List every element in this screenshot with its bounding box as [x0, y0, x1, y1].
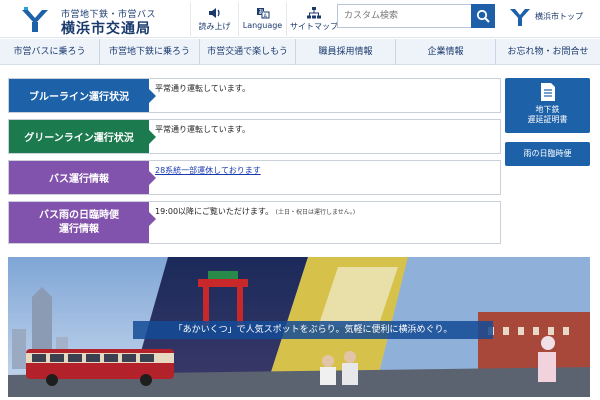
- green-line-status: グリーンライン運行状況 平常通り運転しています。: [8, 119, 501, 154]
- rain-bus-message: 19:00以降にご覧いただけます。: [155, 207, 274, 216]
- global-nav: 市営バスに乗ろう 市営地下鉄に乗ろう 市営交通で楽しもう 職員採用情報 企業情報…: [0, 39, 600, 65]
- language-button[interactable]: あ A Language: [238, 2, 286, 36]
- delay-certificate-line2: 遅延証明書: [527, 115, 568, 124]
- bus-suspension-link[interactable]: 28系統一部運休しております: [155, 166, 261, 175]
- bus-status-text: 28系統一部運休しております: [155, 165, 261, 176]
- site-header: 市営地下鉄・市営バス 横浜市交通局 読み上げ あ A Language サイトマ…: [0, 0, 600, 38]
- sitemap-button[interactable]: サイトマップ: [286, 2, 341, 36]
- green-line-status-text: 平常通り運転しています。: [155, 125, 250, 134]
- bus-status: バス運行情報 28系統一部運休しております: [8, 160, 501, 195]
- rain-bus-status: バス雨の日臨時便 運行情報 19:00以降にご覧いただけます。 (土日・祝日は運…: [8, 201, 501, 244]
- svg-text:A: A: [263, 13, 267, 19]
- blue-line-status-button[interactable]: ブルーライン運行状況: [9, 79, 156, 112]
- read-aloud-label: 読み上げ: [198, 22, 231, 31]
- speaker-icon: [208, 8, 220, 18]
- rain-bus-status-text: 19:00以降にご覧いただけます。 (土日・祝日は運行しません。): [155, 206, 355, 217]
- rain-bus-status-button[interactable]: バス雨の日臨時便 運行情報: [9, 202, 156, 243]
- blue-line-status: ブルーライン運行状況 平常通り運転しています。: [8, 78, 501, 113]
- nav-item-enjoy[interactable]: 市営交通で楽しもう: [200, 39, 296, 65]
- header-tools: 読み上げ あ A Language サイトマップ: [190, 2, 341, 36]
- rain-bus-label-line1: バス雨の日臨時便: [39, 209, 119, 221]
- nav-item-lost-found[interactable]: お忘れ物・お問合せ: [496, 39, 600, 65]
- language-label: Language: [242, 21, 283, 30]
- banner-caption: 「あかいくつ」で人気スポットをぶらり。気軽に便利に横浜めぐり。: [133, 321, 493, 339]
- yokohama-logo-icon: [510, 9, 530, 26]
- tourism-banner[interactable]: 「あかいくつ」で人気スポットをぶらり。気軽に便利に横浜めぐり。: [8, 257, 590, 397]
- search-button[interactable]: [471, 4, 495, 28]
- search-input[interactable]: [338, 5, 472, 27]
- green-line-status-button[interactable]: グリーンライン運行状況: [9, 120, 156, 153]
- delay-certificate-button[interactable]: 地下鉄 遅延証明書: [505, 78, 590, 133]
- document-icon: [540, 83, 555, 101]
- nav-item-recruit[interactable]: 職員採用情報: [296, 39, 396, 65]
- nav-item-company[interactable]: 企業情報: [396, 39, 496, 65]
- yokohama-top-label: 横浜市トップ: [535, 12, 583, 21]
- logo-mark-icon: [22, 7, 48, 32]
- sitemap-label: サイトマップ: [290, 22, 338, 31]
- nav-item-subway[interactable]: 市営地下鉄に乗ろう: [100, 39, 200, 65]
- site-logo[interactable]: 市営地下鉄・市営バス 横浜市交通局: [14, 4, 184, 37]
- translate-icon: あ A: [256, 8, 269, 19]
- sitemap-icon: [307, 7, 321, 19]
- search-icon: [476, 9, 490, 23]
- search-box: [337, 4, 495, 28]
- delay-certificate-line1: 地下鉄: [535, 105, 560, 114]
- rainy-day-bus-button[interactable]: 雨の日臨時便: [505, 142, 590, 166]
- read-aloud-button[interactable]: 読み上げ: [190, 2, 238, 36]
- logo-title: 横浜市交通局: [61, 21, 151, 37]
- blue-line-status-text: 平常通り運転しています。: [155, 84, 250, 93]
- rain-bus-note: (土日・祝日は運行しません。): [275, 209, 356, 216]
- yokohama-top-link[interactable]: 横浜市トップ: [505, 6, 595, 26]
- rain-bus-label-line2: 運行情報: [59, 223, 99, 235]
- nav-item-bus[interactable]: 市営バスに乗ろう: [0, 39, 100, 65]
- bus-status-button[interactable]: バス運行情報: [9, 161, 156, 194]
